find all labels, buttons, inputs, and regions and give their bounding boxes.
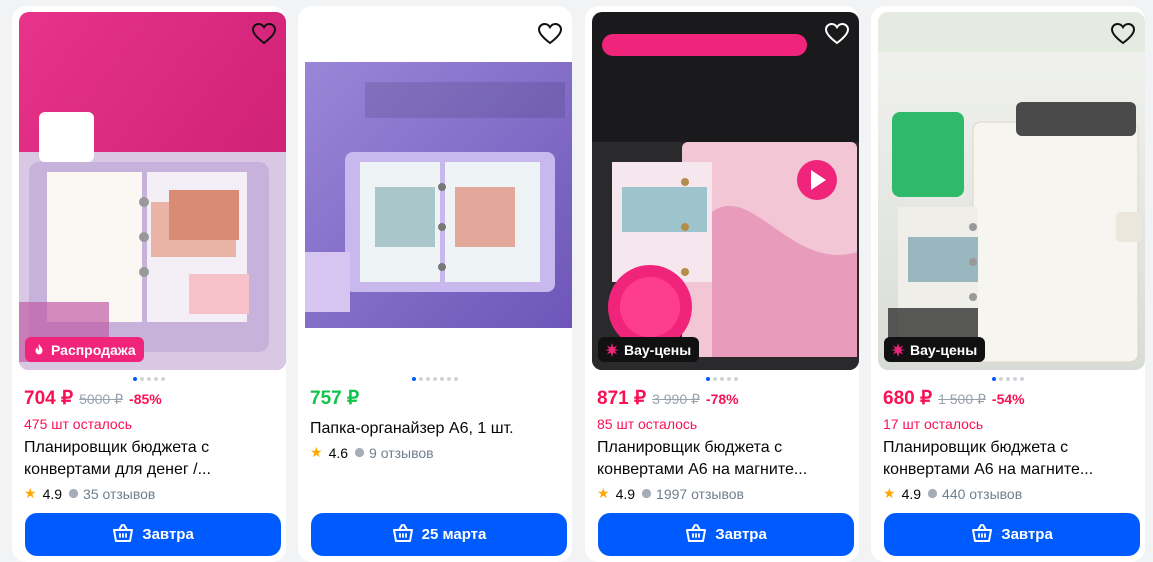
- image-carousel-dots[interactable]: [878, 377, 1138, 385]
- old-price: 1 500 ₽: [938, 391, 986, 407]
- rating-row: ★ 4.9 440 отзывов: [878, 485, 1138, 502]
- stock-left: 17 шт осталось: [883, 416, 984, 432]
- product-photo-planner-pink: [19, 12, 286, 370]
- product-image[interactable]: [305, 12, 572, 370]
- rating-value: 4.9: [42, 485, 63, 502]
- product-card[interactable]: Вау-цены 680 ₽ 1 500 ₽ -54% 17 шт остало…: [871, 6, 1145, 562]
- price: 704 ₽: [24, 388, 74, 409]
- image-carousel-dots[interactable]: [19, 377, 279, 385]
- comment-icon: [927, 486, 938, 502]
- reviews-count: 1997 отзывов: [656, 485, 744, 502]
- discount: -78%: [705, 391, 739, 407]
- reviews[interactable]: 1997 отзывов: [641, 486, 744, 502]
- discount: -85%: [129, 391, 162, 407]
- product-photo-planner-marble: [592, 12, 859, 370]
- product-photo-planner-white: [878, 12, 1145, 370]
- image-carousel-dots[interactable]: [305, 377, 565, 385]
- wow-price-badge: Вау-цены: [884, 337, 986, 362]
- add-to-cart-button[interactable]: Завтра: [598, 513, 854, 556]
- reviews[interactable]: 35 отзывов: [68, 486, 155, 502]
- badge-label: Вау-цены: [624, 341, 692, 358]
- price-row: 871 ₽ 3 990 ₽ -78%: [592, 387, 852, 410]
- favorite-heart-icon[interactable]: [823, 20, 851, 48]
- discount: -54%: [991, 391, 1025, 407]
- add-to-cart-button[interactable]: Завтра: [25, 513, 281, 556]
- price: 757 ₽: [310, 388, 360, 409]
- product-card[interactable]: Распродажа 704 ₽ 5000 ₽ -85% 475 шт оста…: [12, 6, 286, 562]
- comment-icon: [641, 486, 652, 502]
- reviews-count: 440 отзывов: [942, 485, 1023, 502]
- comment-icon: [68, 486, 79, 502]
- product-title[interactable]: Планировщик бюджета с конвертами А6 на м…: [878, 437, 1138, 481]
- basket-icon: [112, 523, 134, 547]
- product-grid: Распродажа 704 ₽ 5000 ₽ -85% 475 шт оста…: [0, 0, 1153, 562]
- favorite-heart-icon[interactable]: [250, 20, 278, 48]
- favorite-heart-icon[interactable]: [1109, 20, 1137, 48]
- rating-row: ★ 4.6 9 отзывов: [305, 444, 565, 461]
- product-title[interactable]: Планировщик бюджета с конвертами А6 на м…: [592, 437, 852, 481]
- reviews[interactable]: 440 отзывов: [927, 486, 1022, 502]
- basket-icon: [971, 523, 993, 547]
- basket-icon: [392, 523, 414, 547]
- stock-left: 475 шт осталось: [24, 416, 133, 432]
- rating-value: 4.9: [615, 485, 636, 502]
- reviews-count: 9 отзывов: [369, 444, 434, 461]
- sale-badge: Распродажа: [25, 337, 144, 362]
- product-image[interactable]: Вау-цены: [592, 12, 859, 370]
- product-card[interactable]: 757 ₽ Папка-органайзер А6, 1 шт. ★ 4.6 9…: [298, 6, 572, 562]
- rating-value: 4.9: [901, 485, 922, 502]
- price-row: 704 ₽ 5000 ₽ -85%: [19, 387, 279, 410]
- wow-price-badge: Вау-цены: [598, 337, 700, 362]
- star-icon: ★: [883, 485, 896, 501]
- reviews[interactable]: 9 отзывов: [354, 445, 434, 461]
- stock-left: 85 шт осталось: [597, 416, 698, 432]
- rating-row: ★ 4.9 1997 отзывов: [592, 485, 852, 502]
- burst-icon: [604, 342, 620, 358]
- rating-row: ★ 4.9 35 отзывов: [19, 485, 279, 502]
- delivery-label: Завтра: [142, 526, 194, 543]
- star-icon: ★: [24, 485, 37, 501]
- badge-label: Распродажа: [51, 341, 136, 358]
- delivery-label: 25 марта: [421, 526, 487, 543]
- badge-label: Вау-цены: [910, 341, 978, 358]
- fire-icon: [31, 342, 47, 358]
- old-price: 5000 ₽: [79, 391, 124, 407]
- product-card[interactable]: Вау-цены 871 ₽ 3 990 ₽ -78% 85 шт остало…: [585, 6, 859, 562]
- rating-value: 4.6: [328, 444, 349, 461]
- product-image[interactable]: Распродажа: [19, 12, 286, 370]
- old-price: 3 990 ₽: [652, 391, 700, 407]
- price-row: 680 ₽ 1 500 ₽ -54%: [878, 387, 1138, 410]
- price: 680 ₽: [883, 388, 933, 409]
- comment-icon: [354, 445, 365, 461]
- image-carousel-dots[interactable]: [592, 377, 852, 385]
- product-photo-planner-purple: [305, 62, 572, 328]
- product-image[interactable]: Вау-цены: [878, 12, 1145, 370]
- reviews-count: 35 отзывов: [83, 485, 156, 502]
- burst-icon: [890, 342, 906, 358]
- price: 871 ₽: [597, 388, 647, 409]
- star-icon: ★: [310, 444, 323, 460]
- price-row: 757 ₽: [305, 387, 565, 410]
- product-title[interactable]: Планировщик бюджета с конвертами для ден…: [19, 437, 279, 481]
- add-to-cart-button[interactable]: 25 марта: [311, 513, 567, 556]
- star-icon: ★: [597, 485, 610, 501]
- basket-icon: [685, 523, 707, 547]
- product-title[interactable]: Папка-органайзер А6, 1 шт.: [305, 418, 565, 440]
- delivery-label: Завтра: [715, 526, 767, 543]
- add-to-cart-button[interactable]: Завтра: [884, 513, 1140, 556]
- delivery-label: Завтра: [1001, 526, 1053, 543]
- favorite-heart-icon[interactable]: [536, 20, 564, 48]
